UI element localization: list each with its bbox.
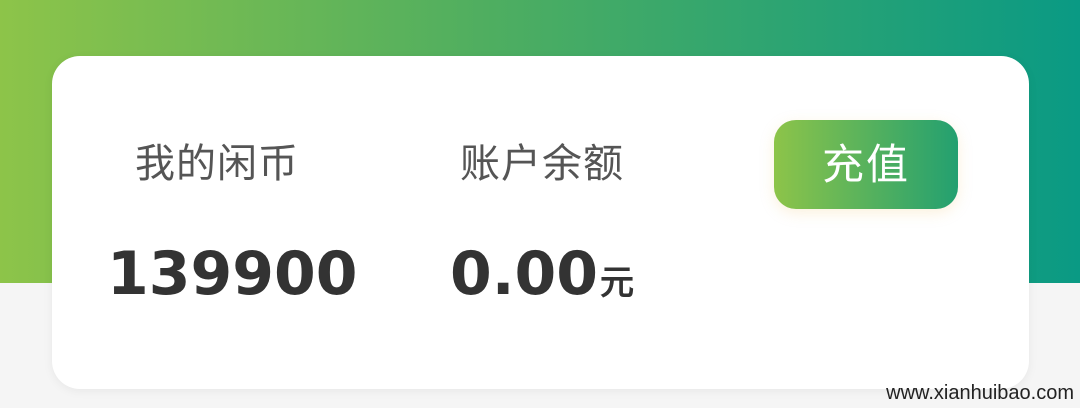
coins-label: 我的闲币	[135, 141, 299, 187]
balance-value[interactable]: 0.00元	[432, 236, 652, 321]
wallet-card: 我的闲币 139900 账户余额 0.00元 充值	[52, 56, 1029, 389]
balance-amount: 0.00	[449, 239, 599, 309]
coins-amount: 139900	[107, 239, 358, 309]
balance-label: 账户余额	[460, 141, 624, 187]
coins-value[interactable]: 139900	[107, 236, 358, 312]
watermark: www.xianhuibao.com	[886, 382, 1074, 404]
balance-unit: 元	[600, 263, 635, 303]
recharge-button[interactable]: 充值	[774, 120, 958, 209]
